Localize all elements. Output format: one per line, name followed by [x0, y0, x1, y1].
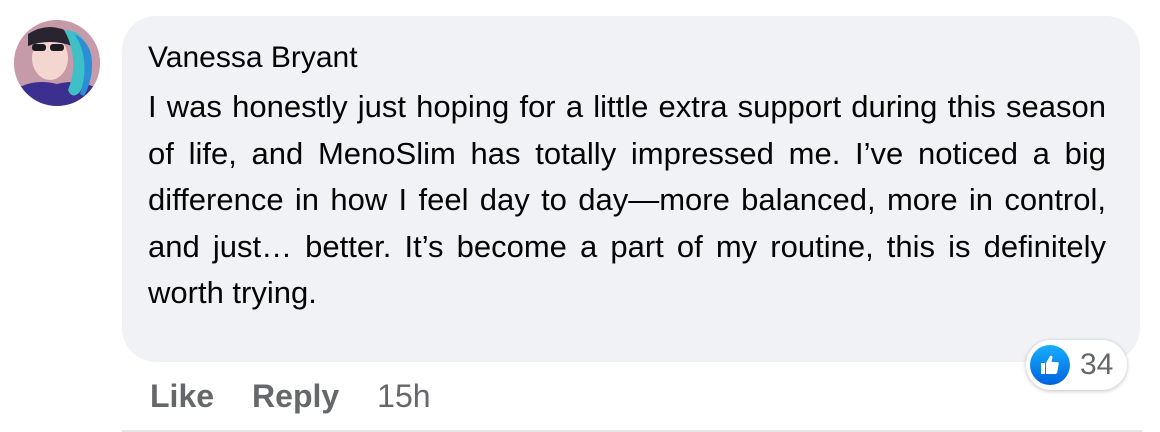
avatar-image [14, 20, 100, 106]
avatar[interactable] [14, 20, 100, 106]
comment-timestamp[interactable]: 15h [377, 378, 430, 415]
comment-author[interactable]: Vanessa Bryant [148, 38, 1104, 78]
reaction-summary[interactable]: 34 [1026, 340, 1128, 390]
comment-actions: Like Reply 15h [150, 374, 431, 418]
comment: Vanessa Bryant I was honestly just hopin… [0, 0, 1160, 432]
reaction-count: 34 [1080, 348, 1114, 381]
comment-bubble: Vanessa Bryant I was honestly just hopin… [122, 16, 1140, 362]
thumbs-up-icon [1030, 345, 1070, 385]
reply-button[interactable]: Reply [252, 378, 339, 415]
comment-text: I was honestly just hoping for a little … [148, 89, 1106, 310]
like-button[interactable]: Like [150, 378, 214, 415]
